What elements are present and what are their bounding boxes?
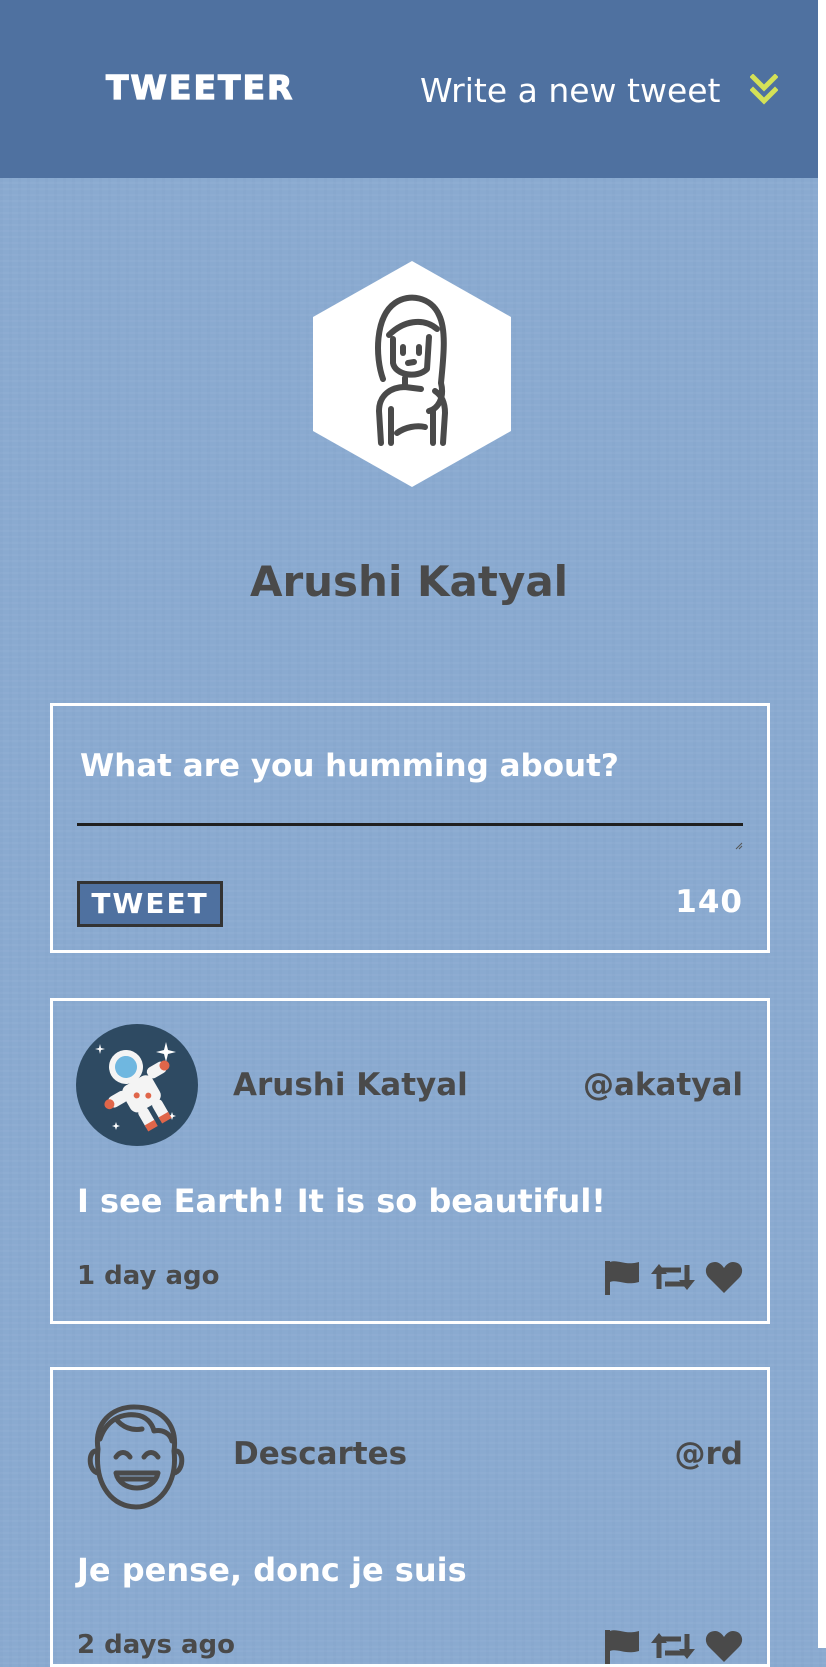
profile-avatar: [313, 261, 511, 487]
tweet-timestamp: 2 days ago: [77, 1630, 235, 1660]
resize-grip-icon[interactable]: [735, 842, 743, 850]
profile-name: Arushi Katyal: [249, 557, 569, 607]
tweet-content: I see Earth! It is so beautiful!: [77, 1182, 606, 1220]
nav-bar: TWEETER Write a new tweet: [0, 0, 818, 178]
tweet-card: Descartes @rd Je pense, donc je suis 2 d…: [50, 1367, 770, 1667]
double-chevron-down-icon[interactable]: [750, 74, 778, 106]
tweet-card: Arushi Katyal @akatyal I see Earth! It i…: [50, 998, 770, 1324]
flag-icon[interactable]: [603, 1259, 641, 1295]
heart-icon[interactable]: [705, 1628, 743, 1664]
char-counter: 140: [675, 884, 743, 920]
tweet-handle[interactable]: @akatyal: [583, 1065, 743, 1105]
brand-logo[interactable]: TWEETER: [105, 64, 294, 112]
tweet-input[interactable]: [77, 746, 743, 826]
tweet-actions: [603, 1257, 743, 1297]
flag-icon[interactable]: [603, 1628, 641, 1664]
tweet-handle[interactable]: @rd: [675, 1434, 743, 1474]
astronaut-icon: [76, 1024, 198, 1146]
tweet-timestamp: 1 day ago: [77, 1261, 220, 1291]
heart-icon[interactable]: [705, 1259, 743, 1295]
tweet-author: Descartes: [233, 1436, 408, 1472]
compose-tweet-form: TWEET 140: [50, 703, 770, 953]
page-edge: [818, 0, 826, 1648]
tweet-actions: [603, 1626, 743, 1666]
tweet-content: Je pense, donc je suis: [77, 1551, 467, 1589]
tweet-submit-button[interactable]: TWEET: [77, 881, 223, 927]
retweet-icon[interactable]: [651, 1259, 695, 1295]
compose-toggle-label[interactable]: Write a new tweet: [420, 71, 721, 110]
compose-toggle-button[interactable]: Write a new tweet: [420, 62, 778, 118]
retweet-icon[interactable]: [651, 1628, 695, 1664]
smiling-face-icon: [87, 1404, 185, 1510]
tweet-author: Arushi Katyal: [233, 1067, 468, 1103]
